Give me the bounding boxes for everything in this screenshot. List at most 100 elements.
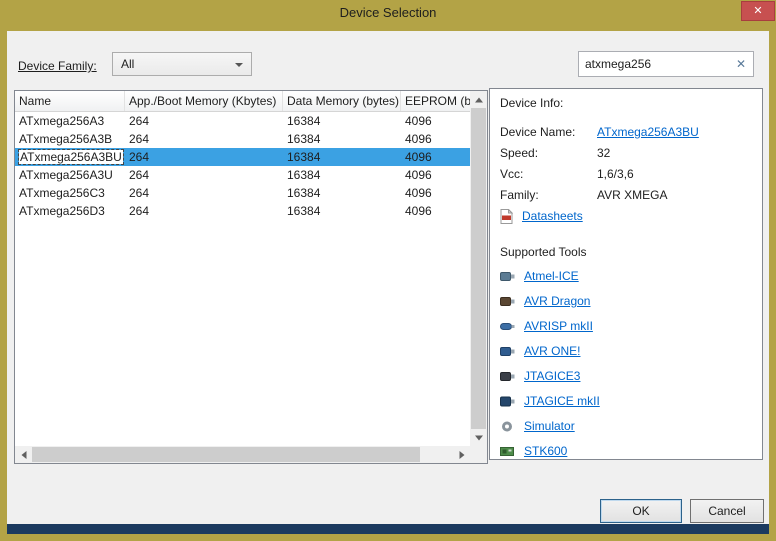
cell-eeprom: 4096: [401, 166, 470, 184]
horizontal-scroll-thumb[interactable]: [32, 447, 420, 462]
tool-link[interactable]: JTAGICE mkII: [524, 394, 600, 408]
atmel-ice-icon: [500, 270, 515, 283]
column-header-name[interactable]: Name: [15, 91, 125, 111]
cancel-button[interactable]: Cancel: [690, 499, 764, 523]
window-title: Device Selection: [0, 5, 776, 20]
table-row-selected[interactable]: ATxmega256A3BU 264 16384 4096: [15, 148, 470, 166]
device-name-link[interactable]: ATxmega256A3BU: [597, 125, 699, 139]
avrisp-mkii-icon: [500, 320, 515, 333]
device-info-field: Device Name:ATxmega256A3BU: [500, 125, 754, 139]
cell-app-boot-memory: 264: [125, 148, 283, 166]
device-info-field: Vcc:1,6/3,6: [500, 167, 754, 181]
scroll-left-button[interactable]: [15, 446, 32, 463]
device-table: Name App./Boot Memory (Kbytes) Data Memo…: [14, 90, 488, 464]
device-selection-dialog: Device Selection ✕ Device Family: All ✕ …: [0, 0, 776, 541]
footer-accent-strip: [7, 524, 769, 534]
tool-item: Atmel-ICE: [500, 269, 754, 283]
device-info-field: Speed:32: [500, 146, 754, 160]
tool-item: AVR Dragon: [500, 294, 754, 308]
cell-data-memory: 16384: [283, 112, 401, 130]
device-family-select[interactable]: All: [112, 52, 252, 76]
cell-name: ATxmega256C3: [15, 184, 125, 202]
search-input[interactable]: [579, 52, 731, 76]
tool-link[interactable]: Atmel-ICE: [524, 269, 579, 283]
tool-link[interactable]: AVR ONE!: [524, 344, 580, 358]
tool-link[interactable]: JTAGICE3: [524, 369, 580, 383]
device-info-panel: Device Info: Device Name:ATxmega256A3BU …: [489, 88, 763, 460]
stk600-icon: [500, 445, 515, 458]
horizontal-scrollbar[interactable]: [15, 446, 470, 463]
cell-app-boot-memory: 264: [125, 112, 283, 130]
field-value: 1,6/3,6: [597, 167, 634, 181]
column-header-eeprom[interactable]: EEPROM (bytes): [401, 91, 470, 111]
triangle-right-icon: [459, 451, 464, 459]
ok-button[interactable]: OK: [600, 499, 682, 523]
tool-item: Simulator: [500, 419, 754, 433]
tool-item: JTAGICE3: [500, 369, 754, 383]
tool-link[interactable]: AVR Dragon: [524, 294, 590, 308]
column-header-data-memory[interactable]: Data Memory (bytes): [283, 91, 401, 111]
clear-search-icon[interactable]: ✕: [736, 57, 746, 71]
cell-eeprom: 4096: [401, 112, 470, 130]
table-row[interactable]: ATxmega256D3 264 16384 4096: [15, 202, 470, 220]
device-family-value: All: [121, 57, 134, 71]
avr-one-icon: [500, 345, 515, 358]
scroll-down-button[interactable]: [470, 429, 487, 446]
cell-app-boot-memory: 264: [125, 184, 283, 202]
tool-link[interactable]: AVRISP mkII: [524, 319, 593, 333]
table-row[interactable]: ATxmega256A3U 264 16384 4096: [15, 166, 470, 184]
cell-name: ATxmega256A3BU: [15, 148, 125, 166]
cell-name: ATxmega256A3B: [15, 130, 125, 148]
chevron-down-icon: [235, 63, 243, 67]
vertical-scroll-thumb[interactable]: [471, 108, 486, 429]
cell-eeprom: 4096: [401, 184, 470, 202]
cell-eeprom: 4096: [401, 202, 470, 220]
tool-link[interactable]: STK600: [524, 444, 567, 458]
datasheets-link[interactable]: Datasheets: [522, 209, 583, 223]
tool-item: AVRISP mkII: [500, 319, 754, 333]
avr-dragon-icon: [500, 295, 515, 308]
table-body: ATxmega256A3 264 16384 4096 ATxmega256A3…: [15, 112, 470, 446]
simulator-icon: [500, 420, 515, 433]
supported-tools-title: Supported Tools: [500, 245, 754, 259]
cell-data-memory: 16384: [283, 130, 401, 148]
jtagice3-icon: [500, 370, 515, 383]
tool-item: JTAGICE mkII: [500, 394, 754, 408]
table-header: Name App./Boot Memory (Kbytes) Data Memo…: [15, 91, 470, 112]
field-label: Family:: [500, 188, 597, 202]
scroll-right-button[interactable]: [453, 446, 470, 463]
cell-name: ATxmega256A3: [15, 112, 125, 130]
triangle-left-icon: [21, 451, 26, 459]
table-row[interactable]: ATxmega256A3B 264 16384 4096: [15, 130, 470, 148]
field-label: Vcc:: [500, 167, 597, 181]
tool-item: AVR ONE!: [500, 344, 754, 358]
tool-link[interactable]: Simulator: [524, 419, 575, 433]
tool-item: STK600: [500, 444, 754, 458]
field-value: 32: [597, 146, 610, 160]
field-label: Speed:: [500, 146, 597, 160]
search-box: ✕: [578, 51, 754, 77]
scroll-up-button[interactable]: [470, 91, 487, 108]
cell-eeprom: 4096: [401, 130, 470, 148]
device-family-label: Device Family:: [18, 59, 97, 73]
scrollbar-corner: [470, 446, 487, 463]
titlebar[interactable]: Device Selection ✕: [0, 0, 776, 31]
cell-data-memory: 16384: [283, 166, 401, 184]
triangle-up-icon: [475, 97, 483, 102]
field-label: Device Name:: [500, 125, 597, 139]
cell-app-boot-memory: 264: [125, 166, 283, 184]
close-button[interactable]: ✕: [741, 1, 775, 21]
field-value: AVR XMEGA: [597, 188, 667, 202]
table-row[interactable]: ATxmega256C3 264 16384 4096: [15, 184, 470, 202]
cell-app-boot-memory: 264: [125, 202, 283, 220]
cell-eeprom: 4096: [401, 148, 470, 166]
datasheets-row: Datasheets: [500, 209, 754, 223]
pdf-icon: [500, 210, 515, 223]
column-header-app-boot-memory[interactable]: App./Boot Memory (Kbytes): [125, 91, 283, 111]
device-info-field: Family:AVR XMEGA: [500, 188, 754, 202]
table-row[interactable]: ATxmega256A3 264 16384 4096: [15, 112, 470, 130]
cell-name: ATxmega256A3U: [15, 166, 125, 184]
device-info-title: Device Info:: [500, 96, 754, 110]
vertical-scrollbar[interactable]: [470, 91, 487, 446]
cell-data-memory: 16384: [283, 202, 401, 220]
